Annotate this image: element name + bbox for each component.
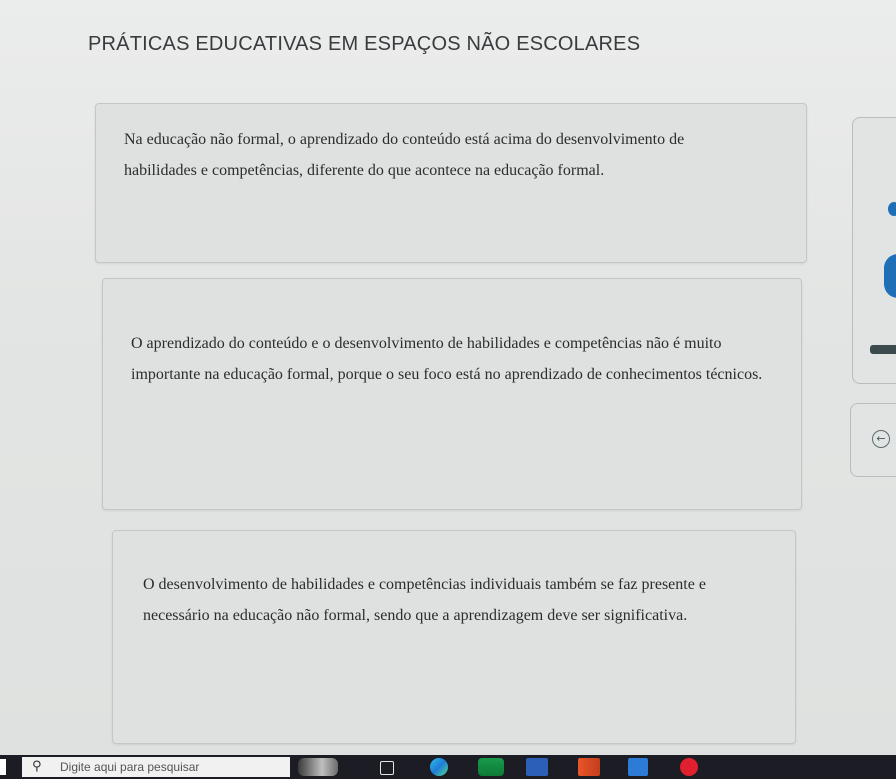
calendar-icon[interactable] [628,758,648,776]
task-view-icon[interactable] [380,761,394,775]
answer-option-2[interactable]: O aprendizado do conteúdo e o desenvolvi… [102,278,802,510]
side-panel [852,117,896,384]
taskbar: ⚲ Digite aqui para pesquisar [0,755,896,779]
answer-option-3[interactable]: O desenvolvimento de habilidades e compe… [112,530,796,744]
answer-option-text: O desenvolvimento de habilidades e compe… [143,576,706,624]
search-icon: ⚲ [32,759,42,774]
weather-widget-icon[interactable] [298,758,338,776]
side-indicator-dot [888,202,896,216]
back-arrow-icon[interactable]: ← [872,430,890,448]
start-button[interactable] [0,759,6,775]
edge-browser-icon[interactable] [430,758,448,776]
word-icon[interactable] [526,758,548,776]
search-input[interactable]: ⚲ Digite aqui para pesquisar [22,757,290,777]
side-progress-bar [870,345,896,354]
answer-option-text: O aprendizado do conteúdo e o desenvolvi… [131,335,763,383]
side-indicator-tab[interactable] [884,254,896,298]
answer-option-1[interactable]: Na educação não formal, o aprendizado do… [95,103,807,263]
opera-browser-icon[interactable] [680,758,698,776]
search-placeholder: Digite aqui para pesquisar [60,760,200,774]
answer-option-text: Na educação não formal, o aprendizado do… [124,131,685,179]
quiz-page: PRÁTICAS EDUCATIVAS EM ESPAÇOS NÃO ESCOL… [0,0,896,755]
teams-icon[interactable] [478,758,504,776]
page-title: PRÁTICAS EDUCATIVAS EM ESPAÇOS NÃO ESCOL… [88,33,641,55]
powerpoint-icon[interactable] [578,758,600,776]
